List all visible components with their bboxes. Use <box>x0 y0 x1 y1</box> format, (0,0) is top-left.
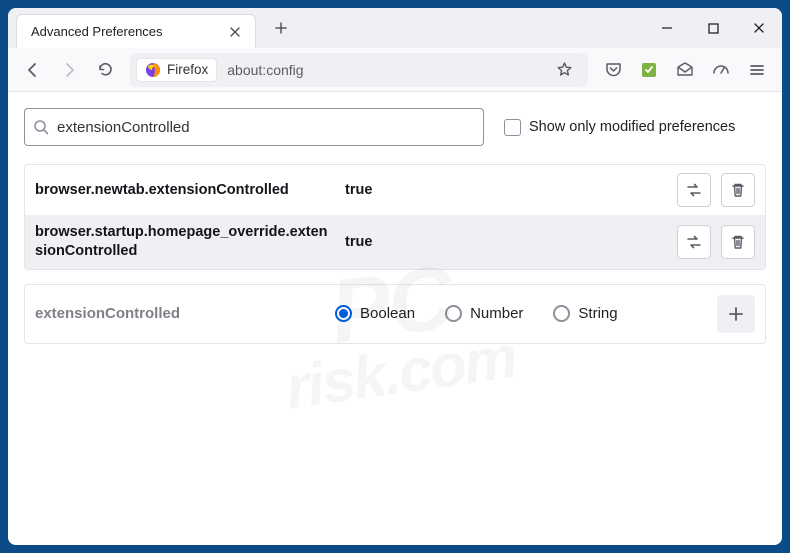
browser-window: Advanced Preferences Firefox about:confi <box>8 8 782 545</box>
forward-button[interactable] <box>52 53 86 87</box>
radio-dot-icon <box>335 305 352 322</box>
new-tab-button[interactable] <box>266 13 296 43</box>
tab-title: Advanced Preferences <box>31 24 225 39</box>
pref-search-input[interactable] <box>57 119 475 136</box>
page-content: Show only modified preferences browser.n… <box>8 92 782 545</box>
maximize-button[interactable] <box>690 8 736 48</box>
pref-name: browser.startup.homepage_override.extens… <box>35 223 335 261</box>
titlebar: Advanced Preferences <box>8 8 782 48</box>
dashboard-icon[interactable] <box>704 53 738 87</box>
identity-label: Firefox <box>167 62 208 77</box>
pref-search-box[interactable] <box>24 108 484 146</box>
radio-label: Boolean <box>360 305 415 322</box>
inbox-icon[interactable] <box>668 53 702 87</box>
show-modified-label: Show only modified preferences <box>529 119 735 135</box>
firefox-logo-icon <box>145 62 161 78</box>
address-text: about:config <box>223 62 550 78</box>
pref-list: browser.newtab.extensionControlled true … <box>24 164 766 270</box>
pref-value: true <box>345 182 667 198</box>
pref-row: browser.newtab.extensionControlled true <box>25 165 765 215</box>
add-pref-button[interactable] <box>717 295 755 333</box>
show-modified-only-toggle[interactable]: Show only modified preferences <box>504 119 735 136</box>
toggle-button[interactable] <box>677 225 711 259</box>
browser-tab[interactable]: Advanced Preferences <box>16 14 256 48</box>
radio-number[interactable]: Number <box>445 305 523 322</box>
delete-button[interactable] <box>721 225 755 259</box>
nav-toolbar: Firefox about:config <box>8 48 782 92</box>
delete-button[interactable] <box>721 173 755 207</box>
close-tab-icon[interactable] <box>225 22 245 42</box>
add-pref-row: extensionControlled Boolean Number Strin… <box>24 284 766 344</box>
pref-value: true <box>345 234 667 250</box>
back-button[interactable] <box>16 53 50 87</box>
pref-row: browser.startup.homepage_override.extens… <box>25 215 765 269</box>
search-icon <box>33 119 49 135</box>
minimize-button[interactable] <box>644 8 690 48</box>
radio-string[interactable]: String <box>553 305 617 322</box>
type-radio-group: Boolean Number String <box>335 305 707 322</box>
pocket-icon[interactable] <box>596 53 630 87</box>
checkbox-icon <box>504 119 521 136</box>
app-menu-button[interactable] <box>740 53 774 87</box>
radio-boolean[interactable]: Boolean <box>335 305 415 322</box>
add-pref-name: extensionControlled <box>35 305 325 322</box>
pref-name: browser.newtab.extensionControlled <box>35 181 335 200</box>
radio-label: String <box>578 305 617 322</box>
reload-button[interactable] <box>88 53 122 87</box>
radio-dot-icon <box>445 305 462 322</box>
extension-icon[interactable] <box>632 53 666 87</box>
url-bar[interactable]: Firefox about:config <box>130 53 588 87</box>
radio-dot-icon <box>553 305 570 322</box>
search-row: Show only modified preferences <box>24 108 766 146</box>
bookmark-star-icon[interactable] <box>556 61 582 78</box>
close-window-button[interactable] <box>736 8 782 48</box>
toggle-button[interactable] <box>677 173 711 207</box>
radio-label: Number <box>470 305 523 322</box>
window-controls <box>644 8 782 48</box>
identity-box[interactable]: Firefox <box>136 58 217 82</box>
